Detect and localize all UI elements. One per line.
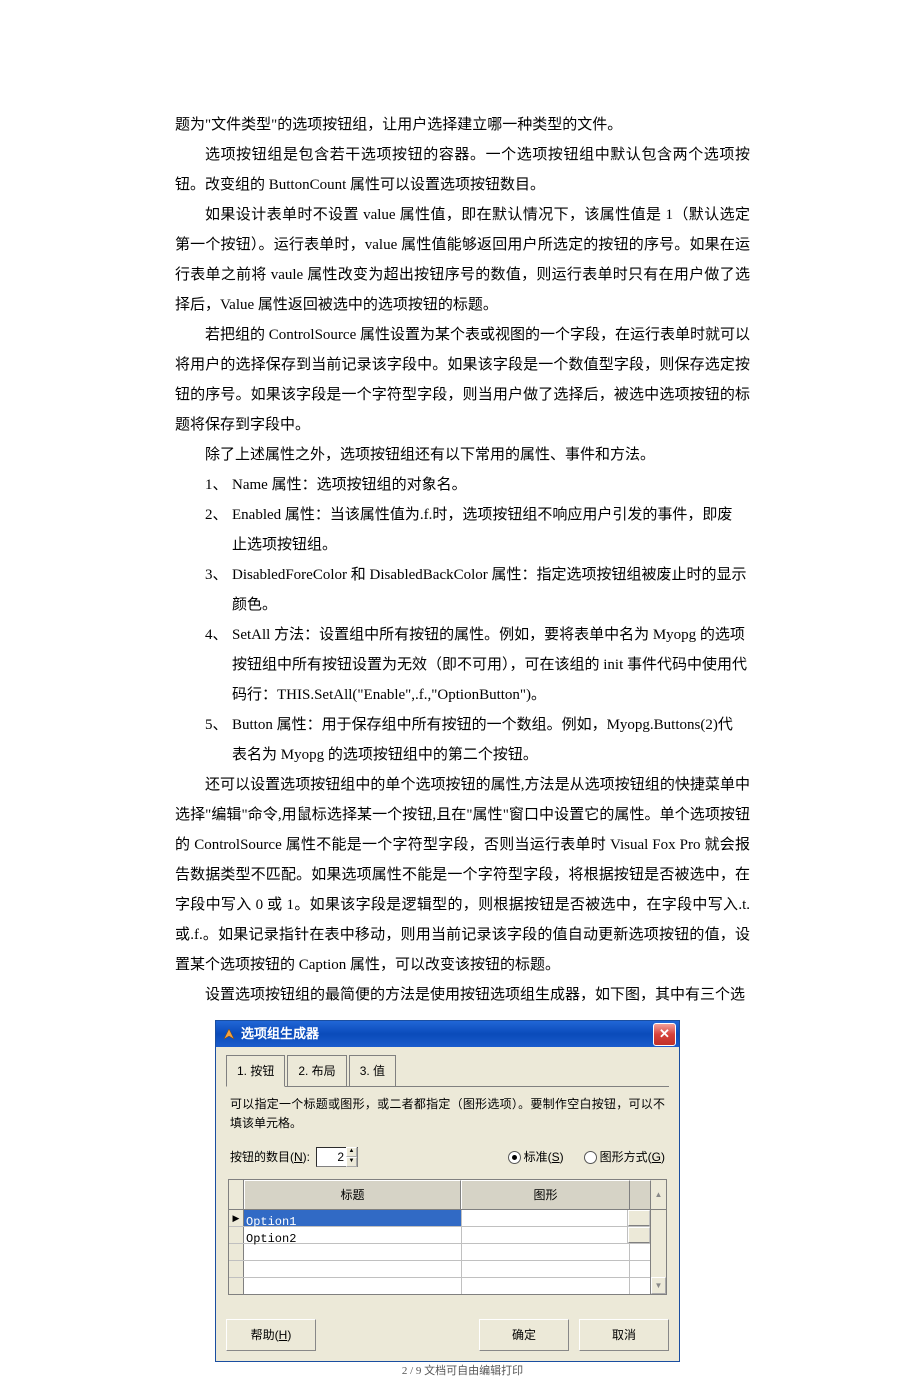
row-indicator-icon: ▶ xyxy=(229,1210,244,1226)
ok-button[interactable]: 确定 xyxy=(479,1319,569,1351)
paragraph: 选项按钮组是包含若干选项按钮的容器。一个选项按钮组中默认包含两个选项按钮。改变组… xyxy=(175,140,750,200)
fox-icon xyxy=(221,1026,237,1042)
help-button[interactable]: 帮助(H) xyxy=(226,1319,316,1351)
titlebar[interactable]: 选项组生成器 ✕ xyxy=(216,1021,679,1047)
count-label: 按钮的数目(N): xyxy=(230,1145,310,1169)
list-item-4-cont: 按钮组中所有按钮设置为无效（即不可用），可在该组的 init 事件代码中使用代 xyxy=(175,650,750,680)
paragraph: 设置选项按钮组的最简便的方法是使用按钮选项组生成器，如下图，其中有三个选 xyxy=(175,980,750,1010)
spinner-up-icon[interactable]: ▲ xyxy=(346,1147,357,1157)
cell-title[interactable]: Option1 xyxy=(244,1210,462,1226)
cancel-button[interactable]: 取消 xyxy=(579,1319,669,1351)
col-header-browse xyxy=(630,1180,651,1209)
cell-title[interactable]: Option2 xyxy=(244,1227,462,1243)
list-item-2: 2、Enabled 属性：当该属性值为.f.时，选项按钮组不响应用户引发的事件，… xyxy=(175,500,750,530)
count-spinner[interactable]: 2 ▲ ▼ xyxy=(316,1147,358,1167)
radio-graphic-label: 图形方式(G) xyxy=(600,1145,665,1169)
scroll-down-icon[interactable]: ▼ xyxy=(651,1277,666,1294)
list-item-2-cont: 止选项按钮组。 xyxy=(175,530,750,560)
row-indicator-icon xyxy=(229,1227,244,1243)
count-value: 2 xyxy=(317,1145,346,1169)
cell-graphic[interactable] xyxy=(462,1227,628,1243)
list-item-5: 5、Button 属性：用于保存组中所有按钮的一个数组。例如，Myopg.But… xyxy=(175,710,750,740)
grid-corner xyxy=(229,1180,244,1209)
table-row xyxy=(229,1278,650,1294)
paragraph: 除了上述属性之外，选项按钮组还有以下常用的属性、事件和方法。 xyxy=(175,440,750,470)
col-header-graphic[interactable]: 图形 xyxy=(461,1180,630,1209)
radio-standard-label: 标准(S) xyxy=(524,1145,564,1169)
tab-strip: 1. 按钮 2. 布局 3. 值 xyxy=(226,1055,669,1087)
paragraph: 若把组的 ControlSource 属性设置为某个表或视图的一个字段，在运行表… xyxy=(175,320,750,440)
buttons-grid: 标题 图形 ▲ ▶ Option1 xyxy=(228,1179,667,1295)
list-item-3-cont: 颜色。 xyxy=(175,590,750,620)
radio-icon xyxy=(584,1151,597,1164)
table-row[interactable]: Option2 xyxy=(229,1227,650,1244)
tab-buttons[interactable]: 1. 按钮 xyxy=(226,1055,285,1087)
browse-button[interactable] xyxy=(628,1227,650,1243)
list-item-4-cont2: 码行：THIS.SetAll("Enable",.f.,"OptionButto… xyxy=(175,680,750,710)
radio-icon xyxy=(508,1151,521,1164)
table-row xyxy=(229,1261,650,1278)
document-body: 题为"文件类型"的选项按钮组，让用户选择建立哪一种类型的文件。 选项按钮组是包含… xyxy=(0,0,920,1382)
radio-standard[interactable]: 标准(S) xyxy=(508,1145,564,1169)
col-header-title[interactable]: 标题 xyxy=(244,1180,461,1209)
spinner-down-icon[interactable]: ▼ xyxy=(346,1157,357,1167)
table-row[interactable]: ▶ Option1 xyxy=(229,1210,650,1227)
paragraph: 还可以设置选项按钮组中的单个选项按钮的属性,方法是从选项按钮组的快捷菜单中选择"… xyxy=(175,770,750,980)
radio-graphic[interactable]: 图形方式(G) xyxy=(584,1145,665,1169)
hint-text: 可以指定一个标题或图形，或二者都指定（图形选项）。要制作空白按钮，可以不填该单元… xyxy=(230,1095,665,1133)
list-item-3: 3、DisabledForeColor 和 DisabledBackColor … xyxy=(175,560,750,590)
cell-graphic[interactable] xyxy=(462,1210,628,1226)
tab-value[interactable]: 3. 值 xyxy=(349,1055,396,1086)
paragraph: 题为"文件类型"的选项按钮组，让用户选择建立哪一种类型的文件。 xyxy=(175,110,750,140)
scroll-up-icon[interactable]: ▲ xyxy=(651,1180,666,1209)
list-item-4: 4、SetAll 方法：设置组中所有按钮的属性。例如，要将表单中名为 Myopg… xyxy=(175,620,750,650)
close-icon[interactable]: ✕ xyxy=(653,1023,676,1046)
tab-layout[interactable]: 2. 布局 xyxy=(287,1055,346,1086)
dialog-title: 选项组生成器 xyxy=(241,1021,653,1047)
paragraph: 如果设计表单时不设置 value 属性值，即在默认情况下，该属性值是 1（默认选… xyxy=(175,200,750,320)
list-item-1: 1、Name 属性：选项按钮组的对象名。 xyxy=(175,470,750,500)
vertical-scrollbar[interactable]: ▼ xyxy=(650,1210,666,1294)
table-row xyxy=(229,1244,650,1261)
list-item-5-cont: 表名为 Myopg 的选项按钮组中的第二个按钮。 xyxy=(175,740,750,770)
option-group-builder-dialog: 选项组生成器 ✕ 1. 按钮 2. 布局 3. 值 可以指定一个标题或图形，或二… xyxy=(215,1020,680,1362)
page-footer: 2 / 9 文档可自由编辑打印 xyxy=(175,1360,750,1382)
browse-button[interactable] xyxy=(628,1210,650,1226)
